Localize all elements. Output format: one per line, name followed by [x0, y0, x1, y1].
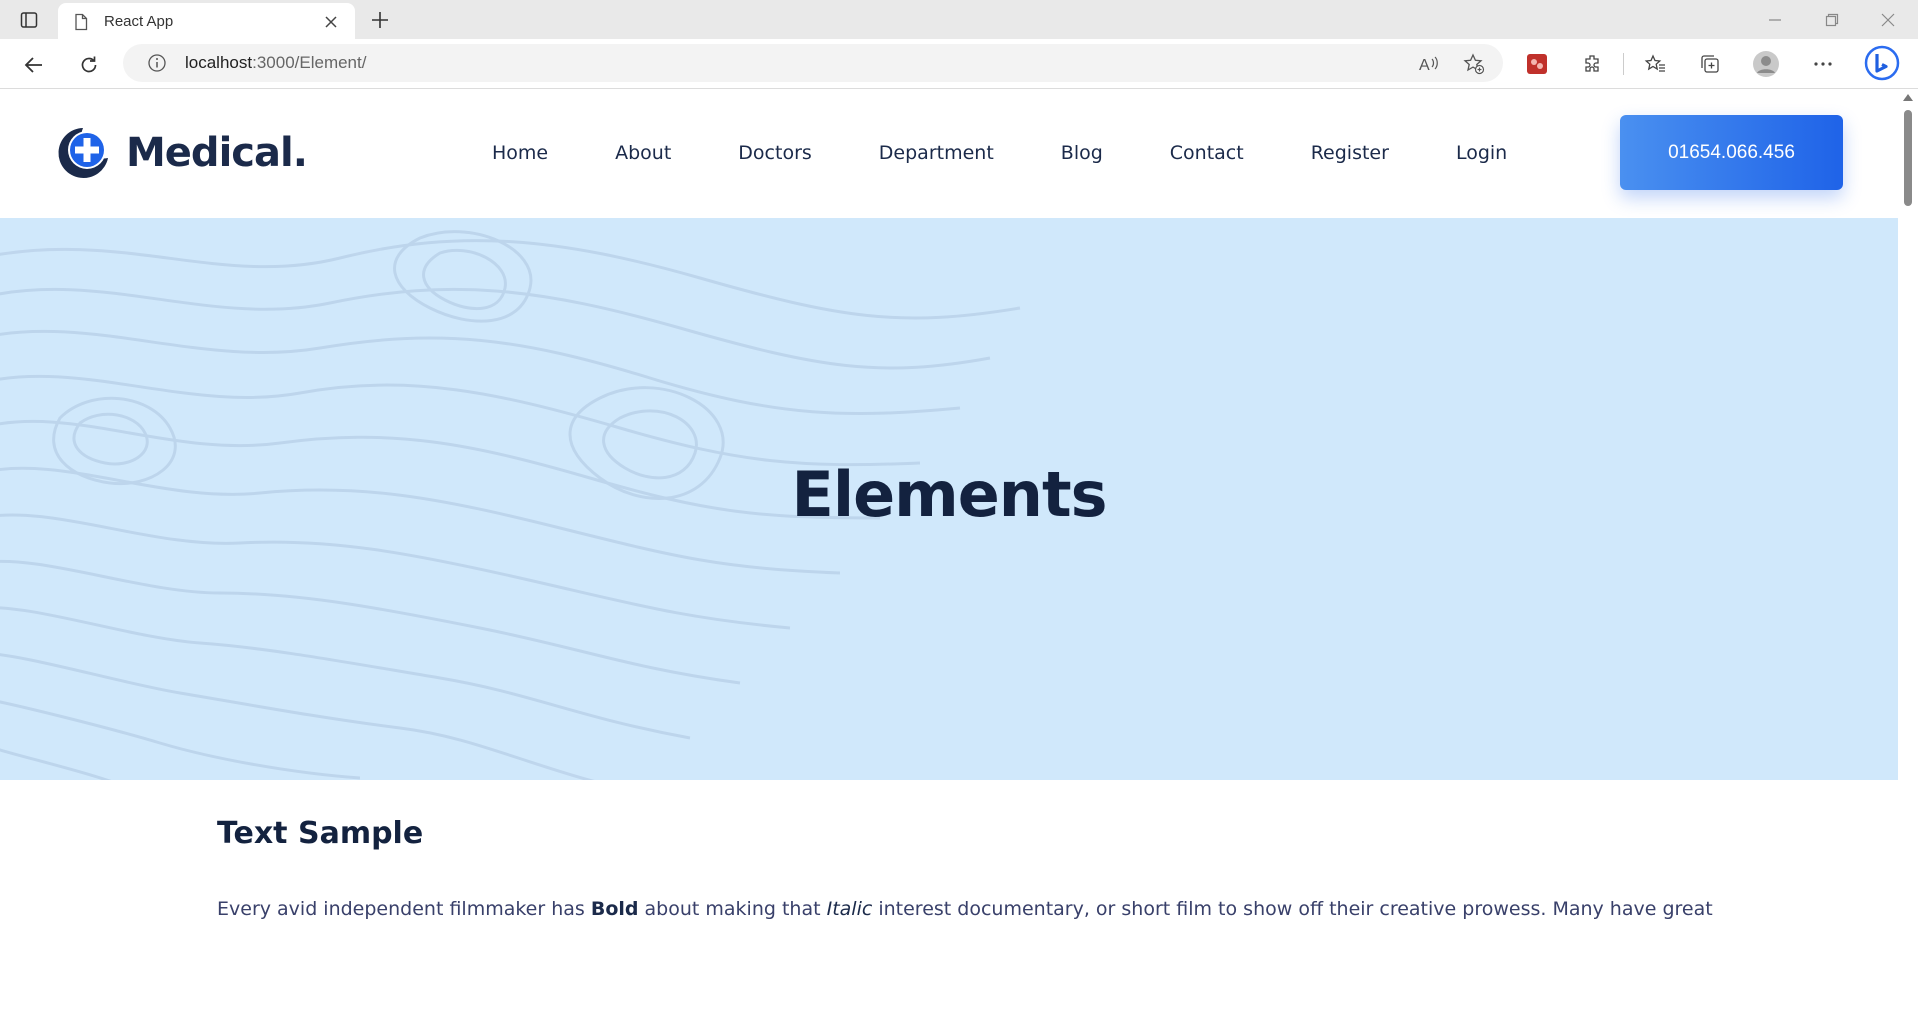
collections-icon[interactable]	[1695, 49, 1725, 79]
address-bar-row: localhost:3000/Element/ A	[0, 39, 1918, 89]
url-path: :3000/Element/	[252, 53, 367, 72]
scroll-up-icon[interactable]	[1903, 94, 1913, 101]
more-options-icon[interactable]	[1808, 49, 1838, 79]
phone-button[interactable]: 01654.066.456	[1620, 115, 1843, 190]
favorites-icon[interactable]	[1640, 49, 1670, 79]
logo-dot: .	[292, 130, 308, 176]
back-icon[interactable]	[17, 48, 51, 82]
toolbar-divider	[1623, 53, 1624, 75]
extensions-icon[interactable]	[1578, 49, 1608, 79]
add-favorite-icon[interactable]	[1463, 53, 1485, 75]
nav-about[interactable]: About	[615, 142, 671, 164]
page-icon	[72, 13, 90, 31]
nav-register[interactable]: Register	[1311, 142, 1389, 164]
profile-avatar-icon[interactable]	[1751, 49, 1781, 79]
paragraph-part-1: Every avid independent filmmaker has	[217, 898, 591, 920]
new-tab-icon[interactable]	[366, 6, 394, 34]
svg-text:A: A	[1419, 57, 1430, 74]
nav-department[interactable]: Department	[879, 142, 994, 164]
url-host: localhost	[185, 53, 253, 72]
close-tab-icon[interactable]	[321, 12, 341, 32]
scrollbar-thumb[interactable]	[1904, 110, 1912, 206]
site-logo[interactable]: Medical.	[54, 124, 308, 182]
browser-tab[interactable]: React App	[58, 3, 355, 40]
nav-login[interactable]: Login	[1456, 142, 1507, 164]
medical-cross-logo-icon	[58, 128, 108, 178]
tab-title: React App	[104, 13, 174, 30]
text-sample-heading: Text Sample	[217, 816, 424, 851]
page-hero: Elements	[0, 218, 1898, 780]
restore-icon[interactable]	[1804, 0, 1860, 39]
nav-home[interactable]: Home	[492, 142, 548, 164]
page-title: Elements	[791, 458, 1108, 531]
tab-actions-icon[interactable]	[14, 8, 44, 32]
paragraph-italic: Italic	[826, 898, 873, 920]
copilot-icon[interactable]	[1862, 43, 1902, 83]
site-header: Medical. Home About Doctors Department B…	[0, 90, 1898, 218]
extension-red-icon[interactable]	[1522, 49, 1552, 79]
logo-text: Medical.	[126, 130, 308, 176]
url-field[interactable]: localhost:3000/Element/ A	[123, 44, 1503, 82]
minimize-icon[interactable]	[1747, 0, 1803, 39]
close-window-icon[interactable]	[1860, 0, 1916, 39]
paragraph-part-3: interest documentary, or short film to s…	[872, 898, 1713, 920]
reload-icon[interactable]	[72, 48, 106, 82]
text-sample-paragraph: Every avid independent filmmaker has Bol…	[217, 898, 1713, 920]
read-aloud-icon[interactable]: A	[1418, 53, 1440, 75]
page-scrollbar[interactable]	[1898, 90, 1918, 1022]
paragraph-part-2: about making that	[638, 898, 827, 920]
nav-blog[interactable]: Blog	[1061, 142, 1103, 164]
logo-word: Medical	[126, 130, 294, 176]
url-text: localhost:3000/Element/	[185, 53, 366, 73]
paragraph-bold: Bold	[590, 898, 639, 920]
page-viewport: Medical. Home About Doctors Department B…	[0, 90, 1898, 1022]
nav-doctors[interactable]: Doctors	[738, 142, 812, 164]
nav-contact[interactable]: Contact	[1170, 142, 1244, 164]
site-info-icon[interactable]	[147, 53, 167, 73]
main-nav: Home About Doctors Department Blog Conta…	[492, 142, 1507, 164]
browser-tab-bar: React App	[0, 0, 1918, 40]
